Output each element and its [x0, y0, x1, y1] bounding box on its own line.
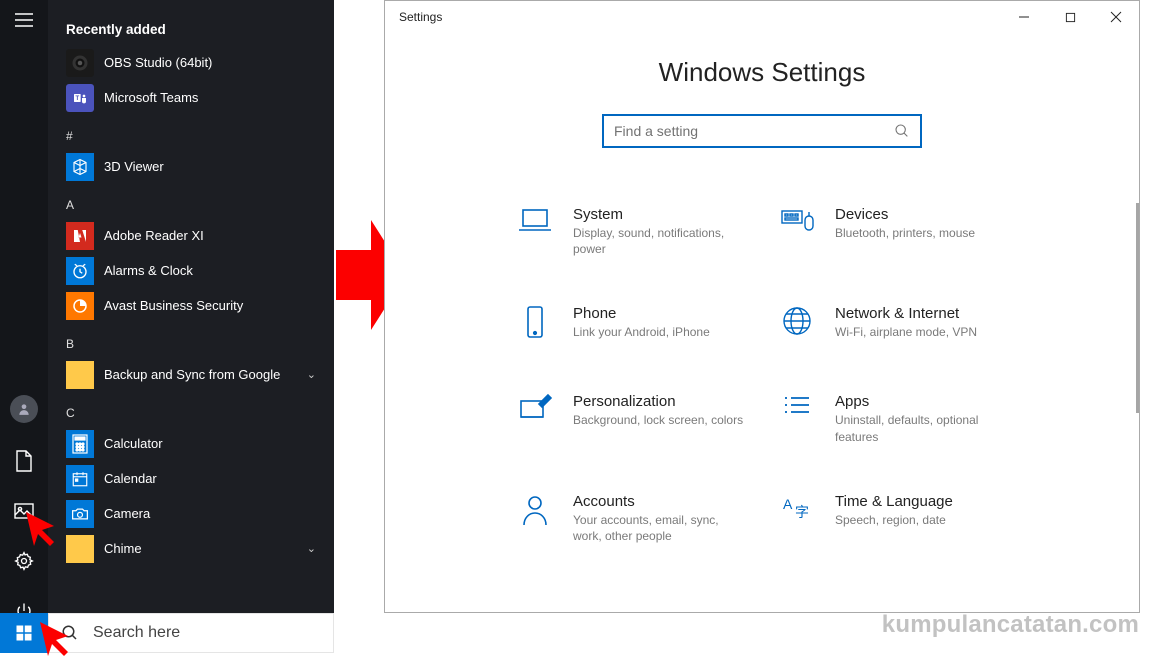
taskbar-search-placeholder: Search here — [93, 624, 180, 642]
letter-hash[interactable]: # — [58, 115, 326, 149]
calendar-icon — [66, 465, 94, 493]
category-accounts[interactable]: Accounts Your accounts, email, sync, work… — [515, 493, 747, 544]
settings-window: Settings Windows Settings Find a setting… — [384, 0, 1140, 613]
category-title: Devices — [835, 206, 975, 223]
app-obs[interactable]: OBS Studio (64bit) — [58, 45, 326, 80]
category-personalization[interactable]: Personalization Background, lock screen, … — [515, 393, 747, 444]
settings-search[interactable]: Find a setting — [602, 114, 922, 148]
calculator-icon — [66, 430, 94, 458]
app-label: Chime — [104, 541, 142, 556]
app-label: Backup and Sync from Google — [104, 367, 280, 382]
brush-icon — [515, 393, 555, 433]
category-desc: Speech, region, date — [835, 512, 953, 528]
category-desc: Display, sound, notifications, power — [573, 225, 747, 257]
red-pointer-icon — [34, 616, 74, 656]
letter-a[interactable]: A — [58, 184, 326, 218]
category-apps[interactable]: Apps Uninstall, defaults, optional featur… — [777, 393, 1009, 444]
laptop-icon — [515, 206, 555, 246]
category-title: Time & Language — [835, 493, 953, 510]
start-app-list: Recently added OBS Studio (64bit) T Micro… — [48, 0, 334, 633]
app-avast[interactable]: Avast Business Security — [58, 288, 326, 323]
search-icon — [894, 123, 910, 139]
app-label: Camera — [104, 506, 150, 521]
app-teams[interactable]: T Microsoft Teams — [58, 80, 326, 115]
app-camera[interactable]: Camera — [58, 496, 326, 531]
titlebar: Settings — [385, 1, 1139, 33]
adobe-icon — [66, 222, 94, 250]
svg-text:T: T — [75, 96, 79, 102]
app-calendar[interactable]: Calendar — [58, 461, 326, 496]
clock-icon — [66, 257, 94, 285]
app-label: Alarms & Clock — [104, 263, 193, 278]
window-title: Settings — [399, 10, 442, 24]
svg-text:A: A — [783, 496, 793, 512]
folder-icon — [66, 535, 94, 563]
close-button[interactable] — [1093, 1, 1139, 33]
taskbar-search[interactable]: Search here — [48, 613, 334, 653]
category-time-language[interactable]: A字 Time & Language Speech, region, date — [777, 493, 1009, 544]
teams-icon: T — [66, 84, 94, 112]
app-backup[interactable]: Backup and Sync from Google ⌄ — [58, 357, 326, 392]
obs-icon — [66, 49, 94, 77]
user-icon — [515, 493, 555, 533]
category-desc: Uninstall, defaults, optional features — [835, 412, 1009, 444]
scrollbar[interactable] — [1136, 203, 1139, 413]
category-phone[interactable]: Phone Link your Android, iPhone — [515, 305, 747, 345]
settings-body: Windows Settings Find a setting System Di… — [385, 33, 1139, 612]
devices-icon — [777, 206, 817, 246]
category-desc: Bluetooth, printers, mouse — [835, 225, 975, 241]
app-label: Calculator — [104, 436, 163, 451]
app-label: Avast Business Security — [104, 298, 243, 313]
category-desc: Link your Android, iPhone — [573, 324, 710, 340]
avast-icon — [66, 292, 94, 320]
letter-b[interactable]: B — [58, 323, 326, 357]
camera-icon — [66, 500, 94, 528]
category-network[interactable]: Network & Internet Wi-Fi, airplane mode, … — [777, 305, 1009, 345]
app-3dviewer[interactable]: 3D Viewer — [58, 149, 326, 184]
chevron-down-icon[interactable]: ⌄ — [307, 542, 316, 555]
phone-icon — [515, 305, 555, 345]
documents-icon[interactable] — [12, 449, 36, 473]
app-label: Microsoft Teams — [104, 90, 198, 105]
app-alarms[interactable]: Alarms & Clock — [58, 253, 326, 288]
app-label: OBS Studio (64bit) — [104, 55, 212, 70]
category-title: System — [573, 206, 747, 223]
category-title: Phone — [573, 305, 710, 322]
app-label: Adobe Reader XI — [104, 228, 204, 243]
app-chime[interactable]: Chime ⌄ — [58, 531, 326, 566]
folder-icon — [66, 361, 94, 389]
category-title: Apps — [835, 393, 1009, 410]
recent-heading: Recently added — [58, 18, 326, 45]
watermark: kumpulancatatan.com — [882, 611, 1139, 639]
chevron-down-icon[interactable]: ⌄ — [307, 368, 316, 381]
category-desc: Background, lock screen, colors — [573, 412, 743, 428]
red-pointer-icon — [20, 506, 60, 546]
cube-icon — [66, 153, 94, 181]
app-calculator[interactable]: Calculator — [58, 426, 326, 461]
category-desc: Your accounts, email, sync, work, other … — [573, 512, 747, 544]
user-icon[interactable] — [10, 395, 38, 423]
letter-c[interactable]: C — [58, 392, 326, 426]
language-icon: A字 — [777, 493, 817, 533]
app-label: 3D Viewer — [104, 159, 164, 174]
apps-icon — [777, 393, 817, 433]
svg-text:字: 字 — [795, 504, 809, 520]
category-system[interactable]: System Display, sound, notifications, pow… — [515, 206, 747, 257]
page-title: Windows Settings — [415, 57, 1109, 88]
app-adobe[interactable]: Adobe Reader XI — [58, 218, 326, 253]
minimize-button[interactable] — [1001, 1, 1047, 33]
gear-icon[interactable] — [12, 549, 36, 573]
settings-categories: System Display, sound, notifications, pow… — [415, 206, 1109, 544]
category-title: Accounts — [573, 493, 747, 510]
category-desc: Wi-Fi, airplane mode, VPN — [835, 324, 977, 340]
maximize-button[interactable] — [1047, 1, 1093, 33]
category-title: Network & Internet — [835, 305, 977, 322]
menu-icon[interactable] — [12, 8, 36, 32]
category-devices[interactable]: Devices Bluetooth, printers, mouse — [777, 206, 1009, 257]
category-title: Personalization — [573, 393, 743, 410]
globe-icon — [777, 305, 817, 345]
settings-search-placeholder: Find a setting — [614, 123, 894, 139]
window-controls — [1001, 1, 1139, 33]
app-label: Calendar — [104, 471, 157, 486]
